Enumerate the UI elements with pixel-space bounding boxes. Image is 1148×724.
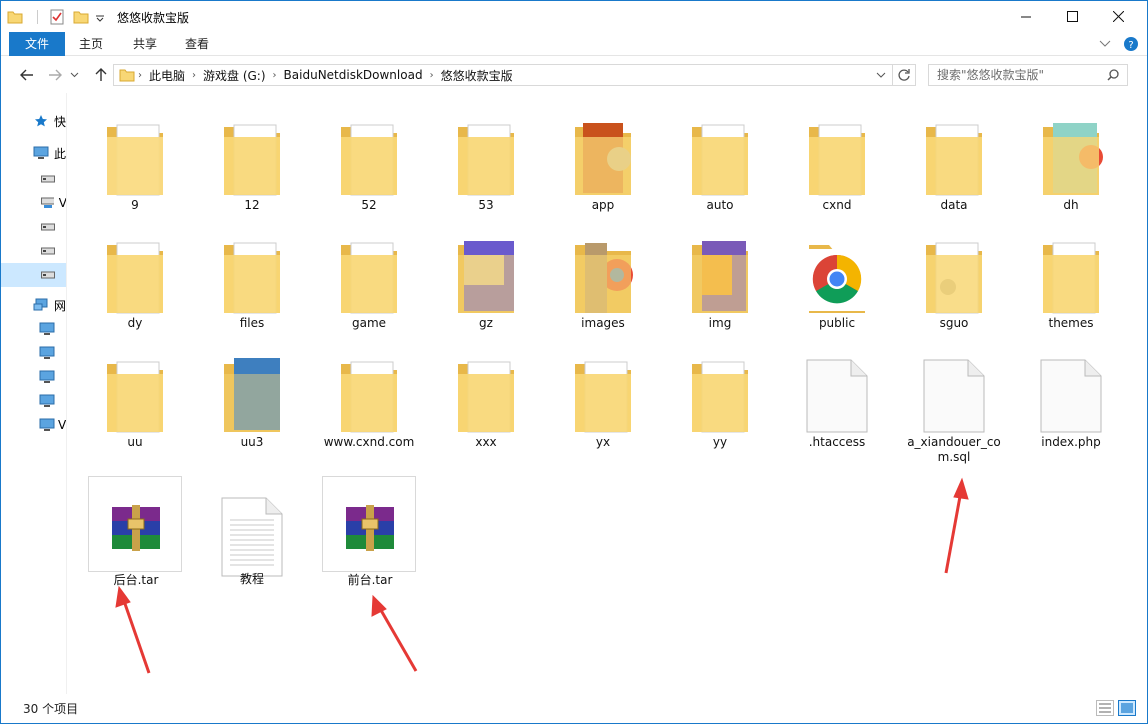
folder-icon (119, 69, 135, 82)
forward-button[interactable] (45, 65, 65, 85)
drive-icon (41, 175, 55, 183)
recent-locations-button[interactable] (67, 65, 81, 85)
properties-icon[interactable] (49, 9, 65, 25)
drive-icon (41, 271, 55, 279)
svg-text:?: ? (1128, 40, 1133, 51)
details-view-button[interactable] (1096, 700, 1114, 716)
computer-icon (33, 146, 49, 159)
nav-drive-2[interactable]: V (1, 191, 67, 215)
nav-drive-3[interactable] (1, 215, 66, 239)
large-icons-view-button[interactable] (1118, 700, 1136, 716)
search-input[interactable] (937, 68, 1107, 82)
item-count: 30 个项目 (23, 702, 79, 716)
folder-icon[interactable] (7, 10, 23, 24)
drive-icon (41, 223, 55, 231)
monitor-icon (39, 346, 55, 359)
red-arrow-icon (944, 490, 963, 574)
forward-arrow-icon (49, 69, 62, 81)
red-arrow-icon (121, 597, 151, 674)
nav-this-pc[interactable]: 此 (1, 141, 67, 165)
breadcrumb-download[interactable]: BaiduNetdiskDownload (280, 68, 427, 82)
details-view-icon (1099, 703, 1111, 713)
minimize-icon (1021, 16, 1031, 17)
annotation-arrows (115, 477, 969, 674)
nav-label: 快 (54, 114, 67, 129)
help-button[interactable]: ? (1123, 36, 1139, 55)
chevron-down-icon (1099, 40, 1111, 47)
tab-file[interactable]: 文件 (9, 32, 65, 56)
monitor-icon (39, 370, 55, 383)
up-button[interactable] (91, 65, 111, 85)
network-icon (33, 298, 48, 311)
crumb-separator[interactable]: › (189, 70, 199, 81)
large-icons-view-icon (1121, 703, 1133, 713)
tab-share[interactable]: 共享 (123, 32, 167, 56)
address-bar[interactable]: › 此电脑 › 游戏盘 (G:) › BaiduNetdiskDownload … (113, 64, 916, 86)
monitor-icon (39, 418, 55, 431)
search-icon (1107, 69, 1119, 81)
drive-icon (41, 247, 55, 255)
breadcrumb-current[interactable]: 悠悠收款宝版 (437, 67, 517, 84)
explorer-window: 悠悠收款宝版 文件 主页 共享 查看 ? › 此电脑 › 游戏盘 (G:) › … (0, 0, 1148, 724)
chevron-down-icon[interactable] (876, 72, 886, 78)
customize-dropdown-icon[interactable] (95, 10, 105, 24)
title-bar: 悠悠收款宝版 (1, 1, 1147, 32)
nav-network-pc-3[interactable] (1, 365, 66, 389)
tab-view[interactable]: 查看 (175, 32, 219, 56)
breadcrumb-this-pc[interactable]: 此电脑 (145, 67, 189, 84)
search-box[interactable] (928, 64, 1128, 86)
arrowhead-icon (953, 477, 969, 500)
chevron-down-icon (70, 72, 78, 78)
nav-drive-4[interactable] (1, 239, 66, 263)
navigation-pane: 快 此 V 网 V (1, 93, 67, 694)
breadcrumb-drive[interactable]: 游戏盘 (G:) (199, 67, 270, 84)
nav-label: 此 (54, 146, 67, 161)
status-bar: 30 个项目 (1, 695, 1147, 723)
nav-label: V (58, 196, 67, 210)
nav-network-pc-5[interactable]: V (1, 413, 67, 437)
close-icon (1112, 11, 1124, 22)
help-icon: ? (1124, 37, 1138, 51)
nav-network-pc-4[interactable] (1, 389, 66, 413)
back-arrow-icon (20, 69, 33, 81)
window-title: 悠悠收款宝版 (117, 11, 190, 25)
nav-quick-access[interactable]: 快 (1, 109, 67, 133)
network-drive-icon (41, 197, 54, 208)
ribbon-expand-button[interactable] (1099, 37, 1111, 52)
arrowhead-icon (115, 585, 131, 608)
crumb-separator[interactable]: › (427, 70, 437, 81)
navigation-bar: › 此电脑 › 游戏盘 (G:) › BaiduNetdiskDownload … (1, 57, 1147, 93)
star-icon (35, 115, 47, 127)
nav-network-pc-1[interactable] (1, 317, 66, 341)
file-list-view: 9 12 52 53 app auto cxnd data dh dy file… (68, 93, 1147, 694)
red-arrow-icon (376, 604, 418, 672)
maximize-icon (1066, 11, 1078, 22)
new-folder-icon[interactable] (73, 10, 89, 24)
up-arrow-icon (95, 68, 107, 81)
nav-network[interactable]: 网 (1, 293, 67, 317)
nav-network-pc-2[interactable] (1, 341, 66, 365)
nav-drive-1[interactable] (1, 167, 66, 191)
maximize-button[interactable] (1049, 1, 1095, 32)
nav-label: 网 (54, 298, 67, 313)
quick-access-toolbar (7, 8, 105, 26)
tab-home[interactable]: 主页 (69, 32, 113, 56)
refresh-icon[interactable] (897, 68, 911, 82)
ribbon-tabs: 文件 主页 共享 查看 ? (1, 32, 1147, 56)
minimize-button[interactable] (1003, 1, 1049, 32)
nav-label: V (58, 418, 67, 432)
close-button[interactable] (1095, 1, 1141, 32)
monitor-icon (39, 394, 55, 407)
crumb-separator[interactable]: › (135, 70, 145, 81)
back-button[interactable] (17, 65, 37, 85)
nav-drive-5[interactable] (1, 263, 66, 287)
monitor-icon (39, 322, 55, 335)
crumb-separator[interactable]: › (270, 70, 280, 81)
